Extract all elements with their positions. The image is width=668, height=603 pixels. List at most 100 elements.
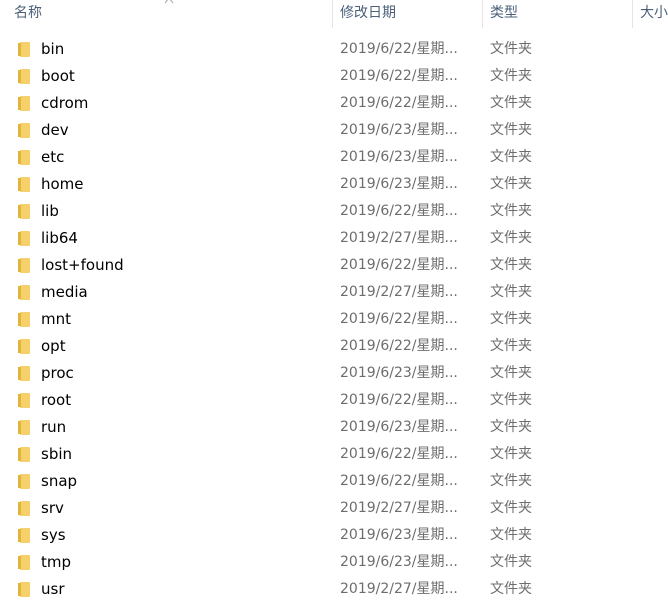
file-row[interactable]: tmp 2019/6/23/星期... 文件夹: [0, 549, 668, 576]
folder-icon: [18, 285, 30, 300]
column-divider[interactable]: [482, 0, 483, 28]
file-name: usr: [41, 580, 65, 598]
file-row[interactable]: bin 2019/6/22/星期... 文件夹: [0, 36, 668, 63]
file-row[interactable]: media 2019/2/27/星期... 文件夹: [0, 279, 668, 306]
file-name: media: [41, 283, 88, 301]
file-type: 文件夹: [490, 311, 532, 327]
file-modified-date: 2019/6/23/星期...: [340, 554, 458, 570]
file-type: 文件夹: [490, 230, 532, 246]
folder-icon: [18, 474, 30, 489]
file-modified-date: 2019/6/22/星期...: [340, 203, 458, 219]
folder-icon: [18, 150, 30, 165]
file-row[interactable]: home 2019/6/23/星期... 文件夹: [0, 171, 668, 198]
file-type: 文件夹: [490, 68, 532, 84]
file-type: 文件夹: [490, 41, 532, 57]
file-type: 文件夹: [490, 284, 532, 300]
folder-icon: [18, 123, 30, 138]
column-header-type[interactable]: 类型: [490, 0, 518, 28]
folder-icon: [18, 366, 30, 381]
file-modified-date: 2019/6/22/星期...: [340, 41, 458, 57]
file-modified-date: 2019/6/22/星期...: [340, 392, 458, 408]
file-row[interactable]: cdrom 2019/6/22/星期... 文件夹: [0, 90, 668, 117]
file-name: root: [41, 391, 72, 409]
file-modified-date: 2019/2/27/星期...: [340, 581, 458, 597]
file-list: bin 2019/6/22/星期... 文件夹 boot 2019/6/22/星…: [0, 36, 668, 603]
file-modified-date: 2019/6/22/星期...: [340, 95, 458, 111]
file-type: 文件夹: [490, 95, 532, 111]
file-row[interactable]: run 2019/6/23/星期... 文件夹: [0, 414, 668, 441]
folder-icon: [18, 339, 30, 354]
folder-icon: [18, 582, 30, 597]
file-row[interactable]: mnt 2019/6/22/星期... 文件夹: [0, 306, 668, 333]
column-header-bar: 名称 修改日期 类型 大小: [0, 0, 668, 28]
file-row[interactable]: root 2019/6/22/星期... 文件夹: [0, 387, 668, 414]
file-type: 文件夹: [490, 365, 532, 381]
file-row[interactable]: lost+found 2019/6/22/星期... 文件夹: [0, 252, 668, 279]
file-row[interactable]: dev 2019/6/23/星期... 文件夹: [0, 117, 668, 144]
file-type: 文件夹: [490, 338, 532, 354]
column-divider[interactable]: [632, 0, 633, 28]
column-header-name-label: 名称: [14, 5, 42, 21]
file-row[interactable]: usr 2019/2/27/星期... 文件夹: [0, 576, 668, 603]
file-row[interactable]: opt 2019/6/22/星期... 文件夹: [0, 333, 668, 360]
file-type: 文件夹: [490, 527, 532, 543]
file-name: dev: [41, 121, 69, 139]
file-row[interactable]: etc 2019/6/23/星期... 文件夹: [0, 144, 668, 171]
file-modified-date: 2019/6/22/星期...: [340, 446, 458, 462]
folder-icon: [18, 96, 30, 111]
file-modified-date: 2019/6/22/星期...: [340, 338, 458, 354]
column-header-size-label: 大小: [640, 5, 668, 21]
file-type: 文件夹: [490, 257, 532, 273]
file-row[interactable]: sbin 2019/6/22/星期... 文件夹: [0, 441, 668, 468]
file-type: 文件夹: [490, 392, 532, 408]
file-modified-date: 2019/6/23/星期...: [340, 365, 458, 381]
folder-icon: [18, 420, 30, 435]
folder-icon: [18, 231, 30, 246]
column-divider[interactable]: [332, 0, 333, 28]
file-type: 文件夹: [490, 581, 532, 597]
file-type: 文件夹: [490, 419, 532, 435]
file-name: proc: [41, 364, 74, 382]
folder-icon: [18, 204, 30, 219]
file-name: opt: [41, 337, 66, 355]
file-modified-date: 2019/6/23/星期...: [340, 419, 458, 435]
file-modified-date: 2019/2/27/星期...: [340, 500, 458, 516]
file-name: run: [41, 418, 67, 436]
file-row[interactable]: lib 2019/6/22/星期... 文件夹: [0, 198, 668, 225]
file-name: boot: [41, 67, 75, 85]
column-header-date[interactable]: 修改日期: [340, 0, 396, 28]
file-type: 文件夹: [490, 176, 532, 192]
column-header-name[interactable]: 名称: [14, 0, 42, 28]
file-row[interactable]: lib64 2019/2/27/星期... 文件夹: [0, 225, 668, 252]
file-name: home: [41, 175, 84, 193]
folder-icon: [18, 258, 30, 273]
file-type: 文件夹: [490, 149, 532, 165]
file-type: 文件夹: [490, 446, 532, 462]
column-header-date-label: 修改日期: [340, 5, 396, 21]
file-type: 文件夹: [490, 554, 532, 570]
file-row[interactable]: proc 2019/6/23/星期... 文件夹: [0, 360, 668, 387]
file-row[interactable]: boot 2019/6/22/星期... 文件夹: [0, 63, 668, 90]
folder-icon: [18, 447, 30, 462]
file-name: lost+found: [41, 256, 124, 274]
file-modified-date: 2019/6/22/星期...: [340, 311, 458, 327]
folder-icon: [18, 69, 30, 84]
folder-icon: [18, 177, 30, 192]
file-name: lib64: [41, 229, 78, 247]
file-name: etc: [41, 148, 65, 166]
file-row[interactable]: srv 2019/2/27/星期... 文件夹: [0, 495, 668, 522]
folder-icon: [18, 555, 30, 570]
folder-icon: [18, 393, 30, 408]
file-name: mnt: [41, 310, 71, 328]
sort-ascending-icon: [164, 0, 174, 4]
file-row[interactable]: sys 2019/6/23/星期... 文件夹: [0, 522, 668, 549]
file-name: bin: [41, 40, 65, 58]
folder-icon: [18, 42, 30, 57]
column-header-size[interactable]: 大小: [640, 0, 668, 28]
file-row[interactable]: snap 2019/6/22/星期... 文件夹: [0, 468, 668, 495]
file-modified-date: 2019/6/22/星期...: [340, 68, 458, 84]
file-name: cdrom: [41, 94, 89, 112]
file-name: sys: [41, 526, 66, 544]
file-name: snap: [41, 472, 78, 490]
file-name: srv: [41, 499, 64, 517]
